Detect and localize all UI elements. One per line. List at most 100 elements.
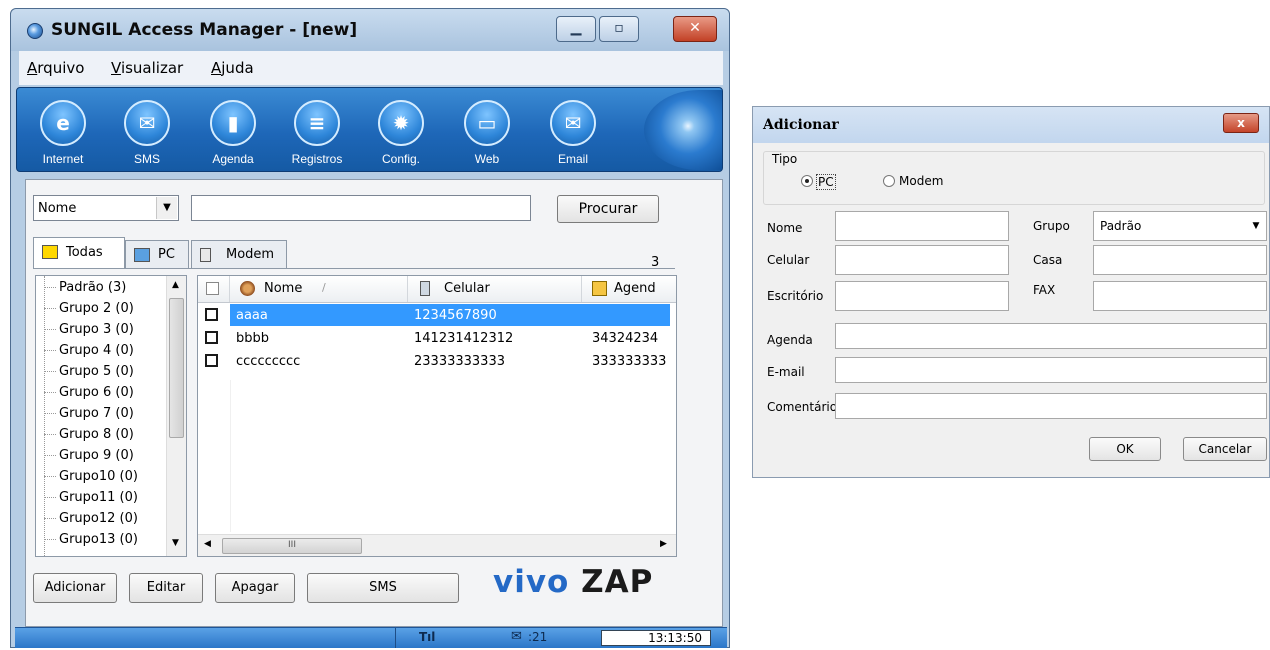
- modem-icon: [200, 248, 211, 262]
- status-divider: [395, 628, 396, 648]
- pc-icon: [134, 248, 150, 262]
- agenda-field[interactable]: [835, 323, 1267, 349]
- menu-arquivo[interactable]: Arquivo: [27, 59, 84, 77]
- row-checkbox[interactable]: [205, 308, 218, 321]
- tree-item[interactable]: Grupo 9 (0): [44, 448, 134, 463]
- chevron-down-icon: ▼: [1252, 221, 1260, 231]
- celular-field[interactable]: [835, 245, 1009, 275]
- grupo-select[interactable]: Padrão ▼: [1093, 211, 1267, 241]
- adicionar-dialog: Adicionar x Tipo PC Modem Nome Grupo Pad…: [752, 106, 1270, 478]
- scroll-left-icon[interactable]: ◀: [204, 539, 211, 549]
- list-hscrollbar[interactable]: ◀ III ▶: [198, 534, 676, 556]
- tree-scrollbar[interactable]: ▲ ▼: [166, 276, 186, 556]
- toolbar-registros-button[interactable]: ≡ Registros: [279, 94, 359, 169]
- toolbar-email-button[interactable]: ✉ Email: [535, 94, 615, 169]
- registros-icon: ≡: [294, 100, 340, 146]
- tab-pc[interactable]: PC: [125, 240, 189, 268]
- title-bar[interactable]: SUNGIL Access Manager - [new] ▁ ▫ ✕: [11, 9, 729, 51]
- casa-field[interactable]: [1093, 245, 1267, 275]
- contact-icon: [240, 281, 255, 296]
- toolbar-internet-button[interactable]: e Internet: [25, 94, 105, 169]
- toolbar-config-button[interactable]: ✹ Config.: [363, 94, 443, 169]
- dialog-title-bar[interactable]: Adicionar x: [753, 107, 1269, 143]
- column-celular[interactable]: Celular: [408, 276, 582, 302]
- tree-item[interactable]: Grupo10 (0): [44, 469, 138, 484]
- nome-field[interactable]: [835, 211, 1009, 241]
- tab-todas[interactable]: Todas: [33, 237, 125, 269]
- tab-divider: [33, 268, 675, 269]
- toolbar-label: Email: [557, 152, 588, 166]
- row-checkbox[interactable]: [205, 331, 218, 344]
- cancelar-button[interactable]: Cancelar: [1183, 437, 1267, 461]
- column-agenda[interactable]: Agend: [582, 276, 676, 302]
- tree-item[interactable]: Grupo11 (0): [44, 490, 138, 505]
- search-field-select[interactable]: Nome ▼: [33, 195, 179, 221]
- radio-modem-label[interactable]: Modem: [899, 174, 943, 188]
- search-input[interactable]: [191, 195, 531, 221]
- tree-scroll-thumb[interactable]: [169, 298, 184, 438]
- message-count: :21: [528, 630, 548, 644]
- tree-item[interactable]: Grupo12 (0): [44, 511, 138, 526]
- radio-pc[interactable]: [801, 175, 813, 187]
- tree-item[interactable]: Grupo 3 (0): [44, 322, 134, 337]
- toolbar-agenda-button[interactable]: ▮ Agenda: [195, 94, 275, 169]
- scroll-right-icon[interactable]: ▶: [660, 539, 667, 549]
- close-button[interactable]: ✕: [673, 16, 717, 42]
- select-all-column[interactable]: [198, 276, 230, 302]
- radio-modem[interactable]: [883, 175, 895, 187]
- list-scroll-thumb[interactable]: III: [222, 538, 362, 554]
- toolbar-label: SMS: [133, 152, 160, 166]
- todas-icon: [42, 245, 58, 259]
- editar-button[interactable]: Editar: [129, 573, 203, 603]
- email-field[interactable]: [835, 357, 1267, 383]
- tipo-label: Tipo: [769, 152, 801, 166]
- nome-label: Nome: [767, 221, 803, 235]
- contact-list[interactable]: Nome / Celular Agend aaaa 1234567890 bbb…: [197, 275, 677, 557]
- escritorio-field[interactable]: [835, 281, 1009, 311]
- toolbar-sms-button[interactable]: ✉ SMS: [109, 94, 189, 169]
- globe-icon: [644, 90, 722, 170]
- row-checkbox[interactable]: [205, 354, 218, 367]
- scroll-down-icon[interactable]: ▼: [172, 538, 179, 548]
- search-field-value: Nome: [38, 201, 77, 216]
- procurar-button[interactable]: Procurar: [557, 195, 659, 223]
- tree-item[interactable]: Grupo 7 (0): [44, 406, 134, 421]
- adicionar-button[interactable]: Adicionar: [33, 573, 117, 603]
- chevron-down-icon: ▼: [156, 197, 177, 219]
- column-nome[interactable]: Nome /: [230, 276, 408, 302]
- tree-item[interactable]: Grupo13 (0): [44, 532, 138, 547]
- vivo-zap-logo: vivo ZAP: [493, 564, 654, 600]
- sms-button[interactable]: SMS: [307, 573, 459, 603]
- ok-button[interactable]: OK: [1089, 437, 1161, 461]
- agenda-icon: ▮: [210, 100, 256, 146]
- comentario-field[interactable]: [835, 393, 1267, 419]
- tree-item[interactable]: Grupo 5 (0): [44, 364, 134, 379]
- tree-item[interactable]: Grupo 6 (0): [44, 385, 134, 400]
- minimize-button[interactable]: ▁: [556, 16, 596, 42]
- menu-visualizar[interactable]: Visualizar: [111, 59, 183, 77]
- group-tree[interactable]: Padrão (3) Grupo 2 (0) Grupo 3 (0) Grupo…: [35, 275, 187, 557]
- scroll-up-icon[interactable]: ▲: [172, 280, 179, 290]
- radio-pc-label[interactable]: PC: [816, 174, 836, 190]
- select-all-checkbox[interactable]: [206, 282, 219, 295]
- dialog-title: Adicionar: [763, 117, 839, 133]
- dialog-close-button[interactable]: x: [1223, 113, 1259, 133]
- fax-field[interactable]: [1093, 281, 1267, 311]
- main-toolbar: e Internet ✉ SMS ▮ Agenda ≡ Registros ✹ …: [16, 87, 723, 172]
- tab-modem[interactable]: Modem: [191, 240, 287, 268]
- clock: 13:13:50: [601, 630, 711, 646]
- tipo-group: [763, 151, 1265, 205]
- config-icon: ✹: [378, 100, 424, 146]
- tree-item[interactable]: Grupo 4 (0): [44, 343, 134, 358]
- maximize-button[interactable]: ▫: [599, 16, 639, 42]
- toolbar-web-button[interactable]: ▭ Web: [449, 94, 529, 169]
- phone-icon: [420, 281, 430, 296]
- menu-bar: Arquivo Visualizar Ajuda: [19, 51, 723, 85]
- tree-item[interactable]: Grupo 2 (0): [44, 301, 134, 316]
- tree-item[interactable]: Grupo 8 (0): [44, 427, 134, 442]
- tree-item-padrao[interactable]: Padrão (3): [44, 280, 126, 295]
- menu-ajuda[interactable]: Ajuda: [211, 59, 254, 77]
- toolbar-label: Web: [474, 152, 500, 166]
- apagar-button[interactable]: Apagar: [215, 573, 295, 603]
- escritorio-label: Escritório: [767, 289, 824, 303]
